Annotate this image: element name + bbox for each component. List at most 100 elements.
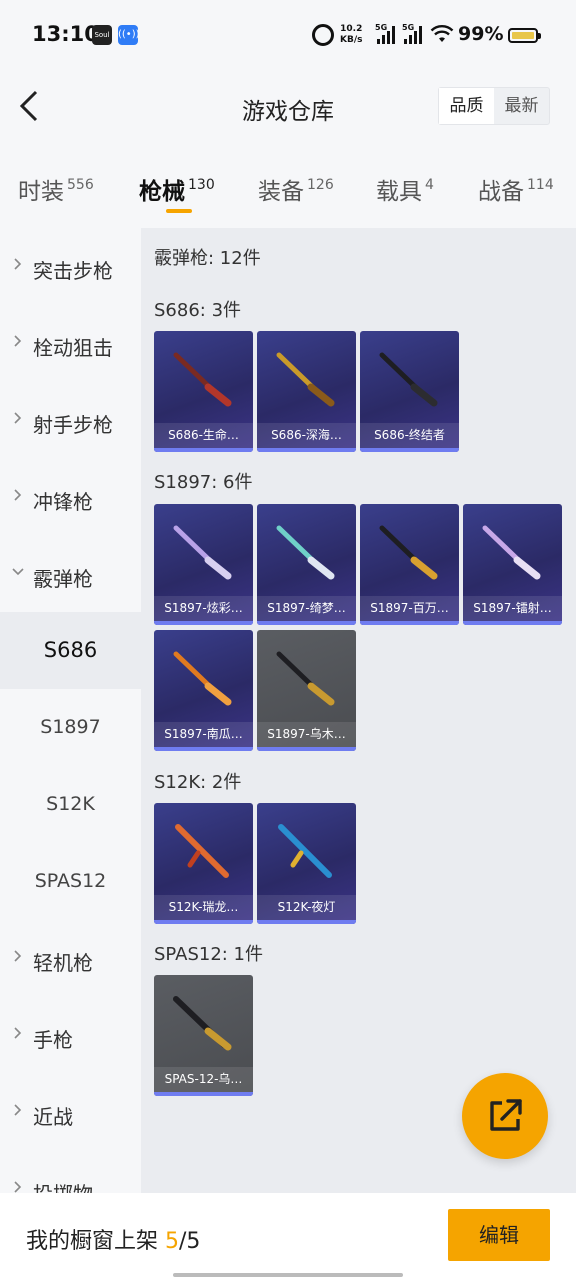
edit-button[interactable]: 编辑: [448, 1209, 550, 1261]
sidebar-item-marksman-rifle[interactable]: 射手步枪: [0, 384, 141, 461]
showcase-current: 5: [165, 1229, 180, 1254]
network-speed-value: 10.2: [340, 24, 363, 34]
tab-count: 126: [307, 177, 334, 193]
sidebar-subitem-s1897[interactable]: S1897: [0, 689, 141, 766]
shotgun-icon: [173, 525, 232, 580]
sidebar-item-shotgun[interactable]: 霰弹枪: [0, 538, 141, 615]
shotgun-icon: [276, 651, 335, 706]
weapon-card[interactable]: S1897-南瓜…: [154, 630, 253, 751]
shotgun-icon: [276, 525, 335, 580]
header: 游戏仓库 品质 最新: [0, 62, 576, 152]
chevron-right-icon: [14, 489, 22, 501]
sidebar-subitem-s686[interactable]: S686: [0, 612, 141, 689]
weapon-card[interactable]: S1897-百万…: [360, 504, 459, 625]
wifi-icon: [430, 25, 454, 42]
sort-toggle[interactable]: 品质 最新: [438, 87, 550, 125]
sidebar-item-label: 投掷物: [33, 1178, 93, 1193]
tab-vehicles[interactable]: 载具 4: [376, 172, 434, 206]
rifle-icon: [175, 824, 229, 878]
weapon-card-name: S1897-百万…: [360, 596, 459, 621]
weapon-card-name: S12K-瑞龙…: [154, 895, 253, 920]
weapon-card[interactable]: S1897-镭射…: [463, 504, 562, 625]
weapon-card[interactable]: S1897-绮梦…: [257, 504, 356, 625]
chevron-right-icon: [14, 1181, 22, 1193]
quality-bar: [360, 621, 459, 625]
shotgun-icon: [379, 525, 438, 580]
share-button[interactable]: [462, 1073, 548, 1159]
weapon-card-name: S1897-绮梦…: [257, 596, 356, 621]
status-bar: 13:10 Soul ((•)) 10.2 KB/s 5G 5G 99%: [0, 0, 576, 62]
sidebar-item-label: 近战: [33, 1105, 73, 1129]
soul-app-icon: Soul: [92, 25, 112, 45]
shotgun-icon: [276, 352, 335, 407]
tab-count: 4: [425, 177, 434, 193]
section-title: 霰弹枪: 12件: [154, 248, 261, 269]
weapon-card[interactable]: S686-终结者: [360, 331, 459, 452]
weapon-card-name: S686-生命…: [154, 423, 253, 448]
weapon-card-name: S686-终结者: [360, 423, 459, 448]
weapon-card[interactable]: S1897-炫彩…: [154, 504, 253, 625]
tab-supplies[interactable]: 战备 114: [478, 172, 554, 206]
tab-label: 枪械: [139, 179, 185, 205]
sidebar-item-bolt-sniper[interactable]: 栓动狙击: [0, 307, 141, 384]
chevron-right-icon: [14, 412, 22, 424]
sidebar-item-lmg[interactable]: 轻机枪: [0, 922, 141, 999]
sidebar-item-smg[interactable]: 冲锋枪: [0, 461, 141, 538]
tab-label: 战备: [478, 179, 524, 205]
weapon-card-name: S1897-南瓜…: [154, 722, 253, 747]
home-indicator[interactable]: [173, 1273, 403, 1277]
sort-option-quality[interactable]: 品质: [439, 88, 494, 124]
sidebar-item-throwables[interactable]: 投掷物: [0, 1153, 141, 1193]
sidebar-item-assault-rifle[interactable]: 突击步枪: [0, 230, 141, 307]
tab-firearms[interactable]: 枪械 130: [139, 172, 215, 206]
sidebar-item-label: 手枪: [33, 1028, 73, 1052]
shotgun-icon: [482, 525, 541, 580]
tab-fashion[interactable]: 时装 556: [18, 172, 94, 206]
quality-bar: [257, 920, 356, 924]
category-tabs: 时装 556 枪械 130 装备 126 载具 4 战备 114: [0, 152, 576, 228]
weapon-card-name: S1897-乌木…: [257, 722, 356, 747]
quality-bar: [154, 920, 253, 924]
alarm-icon: [312, 24, 334, 46]
sidebar-subitem-s12k[interactable]: S12K: [0, 766, 141, 843]
tab-label: 载具: [376, 179, 422, 205]
tab-label: 时装: [18, 179, 64, 205]
sidebar-item-pistol[interactable]: 手枪: [0, 999, 141, 1076]
tab-count: 130: [188, 177, 215, 193]
battery-icon: [508, 28, 541, 43]
chevron-right-icon: [14, 1027, 22, 1039]
quality-bar: [257, 747, 356, 751]
active-tab-indicator: [166, 209, 192, 213]
chevron-right-icon: [14, 335, 22, 347]
weapon-card[interactable]: S1897-乌木…: [257, 630, 356, 751]
quality-bar: [154, 621, 253, 625]
rifle-icon: [278, 824, 332, 878]
sidebar-item-melee[interactable]: 近战: [0, 1076, 141, 1153]
weapon-card[interactable]: S12K-夜灯: [257, 803, 356, 924]
shotgun-icon: [173, 651, 232, 706]
sort-option-newest[interactable]: 最新: [494, 88, 549, 124]
sidebar-subitem-spas12[interactable]: SPAS12: [0, 843, 141, 920]
shotgun-icon: [173, 352, 232, 407]
signal-icon-1: [377, 26, 399, 44]
weapon-card-name: S1897-镭射…: [463, 596, 562, 621]
tab-count: 114: [527, 177, 554, 193]
weapon-category-sidebar: 突击步枪 栓动狙击 射手步枪 冲锋枪 霰弹枪 S686 S1897 S12K S…: [0, 228, 141, 1193]
quality-bar: [154, 448, 253, 452]
weapon-card[interactable]: S12K-瑞龙…: [154, 803, 253, 924]
quality-bar: [257, 621, 356, 625]
quality-bar: [360, 448, 459, 452]
weapon-card[interactable]: S686-深海…: [257, 331, 356, 452]
group-title-s12k: S12K: 2件: [154, 772, 242, 793]
sidebar-item-label: 突击步枪: [33, 259, 113, 283]
sidebar-item-label: 冲锋枪: [33, 490, 93, 514]
network-speed: 10.2 KB/s: [340, 24, 362, 46]
chevron-right-icon: [14, 1104, 22, 1116]
sidebar-item-label: 射手步枪: [33, 413, 113, 437]
weapon-card[interactable]: S686-生命…: [154, 331, 253, 452]
weapon-card-name: SPAS-12-乌…: [154, 1067, 253, 1092]
showcase-bar: 我的橱窗上架 5/5 编辑: [0, 1193, 576, 1280]
tab-equipment[interactable]: 装备 126: [258, 172, 334, 206]
broadcast-app-icon: ((•)): [118, 25, 140, 45]
weapon-card[interactable]: SPAS-12-乌…: [154, 975, 253, 1096]
